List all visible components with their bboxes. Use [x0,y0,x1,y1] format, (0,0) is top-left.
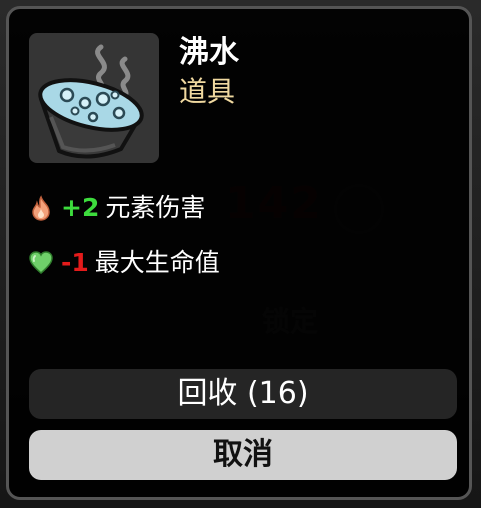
stat-elemental-damage: +2 元素伤害 [29,193,205,223]
heart-icon [29,250,53,276]
stat-value: -1 [61,248,89,277]
stat-label: 元素伤害 [105,193,206,222]
cancel-button[interactable]: 取消 [29,430,457,480]
boiling-water-pot-icon [29,33,159,163]
item-popup: 沸水 道具 +2 元素伤害 -1 最大生命值 回收 (16) 取消 [6,6,472,500]
flame-icon [29,195,53,221]
item-name: 沸水 [179,35,239,70]
recycle-button[interactable]: 回收 (16) [29,369,457,419]
item-type: 道具 [179,75,236,108]
stat-label: 最大生命值 [94,248,220,277]
stat-value: +2 [61,193,100,222]
game-screen: 142 锁定 [0,0,481,508]
stat-max-health: -1 最大生命值 [29,248,220,278]
